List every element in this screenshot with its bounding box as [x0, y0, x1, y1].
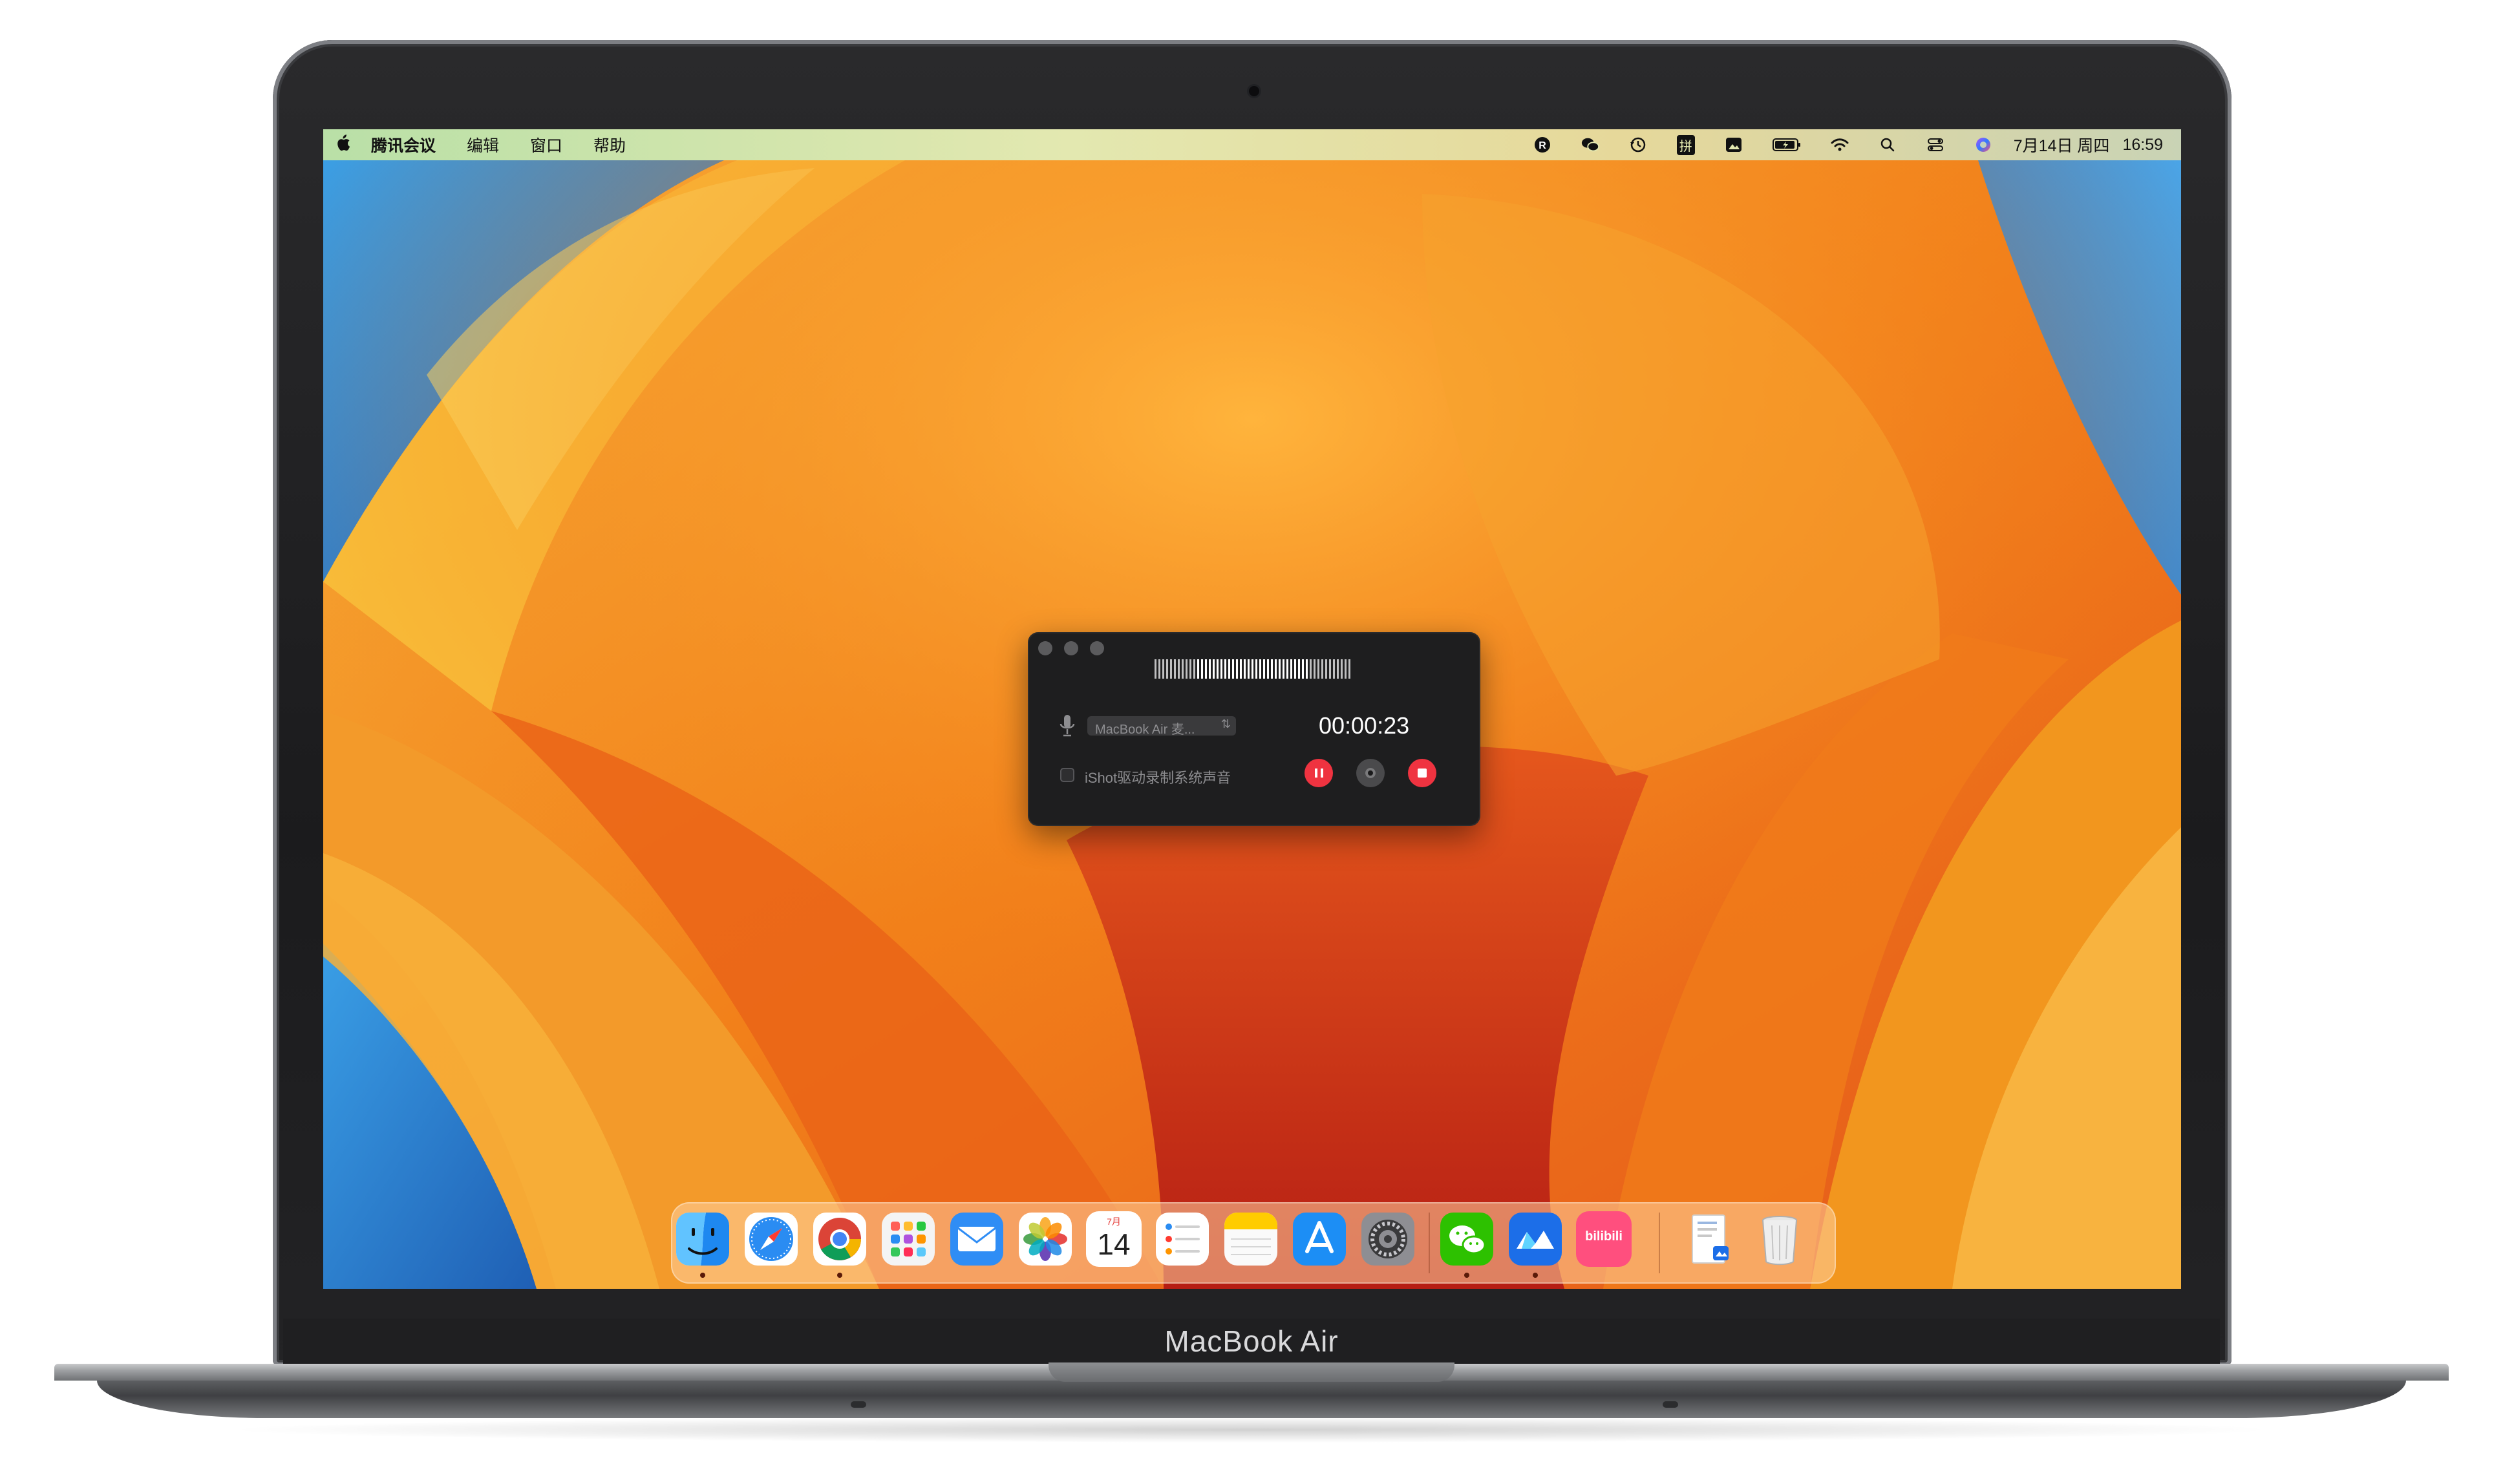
dock-separator: [1659, 1213, 1660, 1273]
screenshot-icon[interactable]: [1724, 135, 1743, 154]
battery-icon: [1772, 135, 1802, 154]
dock-finder[interactable]: [675, 1211, 730, 1267]
time-machine-icon[interactable]: [1628, 135, 1648, 154]
running-indicator: [700, 1273, 705, 1278]
running-indicator: [1533, 1273, 1538, 1278]
brand-label: MacBook Air: [1164, 1324, 1339, 1358]
window-zoom-button[interactable]: [1090, 641, 1104, 655]
laptop-foot: [851, 1401, 866, 1408]
menubar-date[interactable]: 7月14日 周四: [2014, 133, 2110, 156]
gear-icon: [1361, 1213, 1414, 1266]
downloads-stack-icon: [1692, 1214, 1729, 1264]
notes-icon: [1224, 1213, 1277, 1266]
hinge-notch: [1049, 1362, 1454, 1382]
stop-button[interactable]: [1408, 759, 1436, 787]
dock-app-store[interactable]: [1292, 1211, 1347, 1267]
menu-window[interactable]: 窗口: [515, 133, 578, 156]
wifi-icon[interactable]: [1830, 135, 1849, 154]
input-method-label: 拼: [1676, 134, 1695, 155]
dock-bilibili[interactable]: bilibili: [1576, 1211, 1632, 1267]
screen: 腾讯会议 编辑 窗口 帮助 R 拼 7月14日 周四 16:59 MacBook…: [323, 129, 2181, 1289]
input-method-icon[interactable]: 拼: [1676, 134, 1696, 155]
system-audio-checkbox[interactable]: [1060, 768, 1074, 782]
app-store-icon: [1293, 1213, 1346, 1266]
camera-button[interactable]: [1356, 759, 1385, 787]
laptop-foot: [1663, 1401, 1678, 1408]
finder-icon: [676, 1213, 729, 1266]
dock-trash[interactable]: [1752, 1211, 1807, 1267]
recorder-window[interactable]: MacBook Air 麦... ⇅ 00:00:23 iShot驱动录制系统声…: [1028, 632, 1480, 826]
dock-separator: [1429, 1213, 1430, 1273]
audio-level-peak: [1197, 659, 1310, 679]
launchpad-icon: [882, 1213, 935, 1266]
bilibili-label: bilibili: [1585, 1229, 1623, 1244]
control-center-icon[interactable]: [1926, 135, 1945, 154]
dock-launchpad[interactable]: [880, 1211, 936, 1267]
r-app-icon[interactable]: R: [1533, 135, 1552, 154]
dock-chrome[interactable]: [812, 1211, 868, 1267]
menu-app-name[interactable]: 腾讯会议: [362, 133, 451, 156]
dock-notes[interactable]: [1223, 1211, 1279, 1267]
reminders-icon: [1156, 1213, 1209, 1266]
recording-timer: 00:00:23: [1319, 712, 1410, 739]
apple-icon[interactable]: [323, 134, 362, 156]
menu-edit[interactable]: 编辑: [451, 133, 515, 156]
running-indicator: [1464, 1273, 1469, 1278]
dock-system-settings[interactable]: [1360, 1211, 1416, 1267]
dock-downloads[interactable]: [1683, 1211, 1739, 1267]
calendar-day: 14: [1097, 1227, 1131, 1261]
menubar-time[interactable]: 16:59: [2122, 136, 2163, 154]
dock-lark[interactable]: [1507, 1211, 1563, 1267]
mail-icon: [950, 1213, 1003, 1266]
stop-icon: [1418, 768, 1427, 778]
lark-icon: [1509, 1213, 1562, 1266]
wechat-icon: [1440, 1213, 1493, 1266]
search-icon[interactable]: [1878, 135, 1897, 154]
dock: 7月 14 bilibili: [671, 1202, 1836, 1284]
webcam: [1249, 86, 1259, 96]
dock-calendar[interactable]: 7月 14: [1086, 1211, 1142, 1267]
dock-wechat[interactable]: [1439, 1211, 1495, 1267]
dock-reminders[interactable]: [1155, 1211, 1210, 1267]
menu-help[interactable]: 帮助: [578, 133, 641, 156]
audio-level-meter: [1155, 659, 1352, 679]
window-minimize-button[interactable]: [1064, 641, 1078, 655]
microphone-icon: [1060, 715, 1075, 737]
dock-mail[interactable]: [949, 1211, 1005, 1267]
laptop-base-bottom: [97, 1381, 2406, 1418]
siri-icon[interactable]: [1974, 135, 1993, 154]
safari-icon: [745, 1213, 798, 1266]
chrome-icon: [813, 1213, 866, 1266]
trash-icon: [1762, 1216, 1797, 1266]
running-indicator: [837, 1273, 842, 1278]
select-arrows-icon: ⇅: [1220, 717, 1231, 730]
pause-button[interactable]: [1305, 759, 1333, 787]
system-audio-label[interactable]: iShot驱动录制系统声音: [1085, 767, 1231, 787]
wechat-icon[interactable]: [1581, 135, 1600, 154]
camera-icon: [1365, 768, 1376, 778]
svg-text:R: R: [1539, 140, 1546, 151]
calendar-month: 7月: [1107, 1216, 1121, 1227]
dock-photos[interactable]: [1017, 1211, 1073, 1267]
pause-icon: [1314, 768, 1323, 778]
audio-device-label: MacBook Air 麦...: [1095, 723, 1195, 736]
audio-device-select[interactable]: MacBook Air 麦... ⇅: [1087, 716, 1236, 736]
dock-safari[interactable]: [743, 1211, 799, 1267]
window-close-button[interactable]: [1038, 641, 1052, 655]
menu-bar: 腾讯会议 编辑 窗口 帮助 R 拼 7月14日 周四 16:59: [323, 129, 2181, 160]
photos-icon: [1019, 1213, 1072, 1266]
laptop-shadow: [220, 1417, 2282, 1443]
